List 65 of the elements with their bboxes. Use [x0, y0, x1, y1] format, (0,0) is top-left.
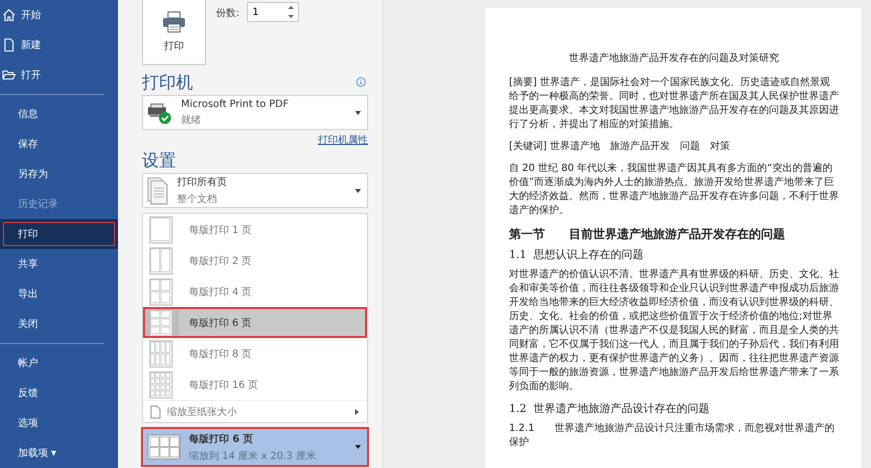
pages-icon — [147, 176, 169, 204]
printer-properties-link[interactable]: 打印机属性 — [318, 133, 368, 147]
sidebar-item[interactable]: 关闭 — [0, 309, 118, 339]
menu-item[interactable]: 每版打印 8 页 — [143, 338, 367, 369]
document-paragraph: [摘要] 世界遗产，是国际社会对一个国家民族文化、历史遗迹或自然景观给予的一种极高的荣誉。同时，也对世界遗产所在国及其人民保护世界遗产提出更高要求。本文对我国世界遗产地旅游产品开发存在的问题及其原因进行了分析，并提出了相应的对策措施。 — [509, 76, 839, 132]
page-grid-icon — [147, 434, 181, 460]
sidebar-item[interactable]: 导出 — [0, 279, 118, 309]
document-paragraph: [关键词] 世界遗产地 旅游产品开发 问题 对策 — [509, 140, 731, 154]
sidebar-item[interactable]: 打开 — [0, 60, 118, 90]
sidebar-item[interactable]: 开始 — [0, 0, 118, 30]
info-icon[interactable] — [356, 77, 366, 87]
sidebar-item[interactable]: 新建 — [0, 30, 118, 60]
document-paragraph: 自 20 世纪 80 年代以来，我国世界遗产因其具有多方面的“突出的普遍的价值”而逐渐成为海内外人士的旅游热点。旅游开发给世界遗产地带来了巨大的经济效益。然而，世界遗产地旅游产品开发存在许多问题，不利于世界遗产的保护。 — [509, 162, 839, 218]
sidebar-item[interactable]: 帐户 — [0, 348, 118, 378]
caret-icon — [355, 110, 361, 114]
folder-icon — [2, 68, 16, 82]
page-grid-icon — [147, 308, 175, 336]
subsection-heading: 1.1 思想认识上存在的问题 — [509, 248, 644, 262]
caret-icon — [355, 445, 361, 449]
sidebar-item[interactable]: 打印 — [0, 219, 118, 249]
printer-ready-icon — [147, 100, 173, 124]
sidebar-item[interactable]: 选项 — [0, 408, 118, 438]
settings-heading: 设置 — [142, 150, 177, 173]
scale-menu-item[interactable]: 缩放至纸张大小 — [143, 400, 367, 422]
menu-item[interactable]: 每版打印 1 页 — [143, 214, 367, 245]
printer-dropdown[interactable]: Microsoft Print to PDF 就绪 — [142, 95, 368, 130]
document-title: 世界遗产地旅游产品开发存在的问题及对策研究 — [568, 52, 780, 66]
menu-item[interactable]: 每版打印 2 页 — [143, 245, 367, 276]
document-paragraph: 对世界遗产的价值认识不清。世界遗产具有世界级的科研、历史、文化、社会和审美等价值，而往往各级领导和企业只认识到世界遗产申报成功后旅游开发给当地带来的巨大经济收益即经济价值，而没有认识到世界级的科研、历史、文化、社会的价值，或把这些价值置于次于经济价值的地位;对世界遗产的所属认识不清（世界遗产不仅是我国人民的财富，而且是全人类的共同财富，它不仅属于我们这一代人，而且属于我们的子孙后代，我们有利用世界遗产的权力，更有保护世界遗产的义务）。因而，往往把世界遗产资源等同于一般的旅游资源，世界遗产地旅游产品开发后给世界遗产带来了一系列负面的影响。 — [509, 268, 839, 394]
printer-status: 就绪 — [181, 114, 202, 126]
pages-per-sheet-subtitle: 缩放到 14 厘米 x 20.3 厘米 — [189, 450, 317, 462]
sidebar-item[interactable]: 加载项 ▾ — [0, 438, 118, 468]
spinner-arrows-icon — [288, 5, 294, 19]
print-range-dropdown[interactable]: 打印所有页 整个文档 — [142, 173, 368, 208]
pages-per-sheet-title: 每版打印 6 页 — [189, 432, 254, 446]
page-grid-icon — [147, 278, 175, 306]
document-icon — [2, 38, 16, 52]
printer-icon — [162, 11, 186, 33]
home-icon — [2, 8, 16, 22]
submenu-arrow-icon — [355, 408, 359, 414]
printer-heading: 打印机 — [142, 72, 193, 95]
print-button[interactable]: 打印 — [142, 0, 206, 65]
subsection-heading: 1.2 世界遗产地旅游产品设计存在的问题 — [509, 402, 710, 416]
sidebar-item[interactable]: 保存 — [0, 129, 118, 159]
sidebar-item[interactable]: 共享 — [0, 249, 118, 279]
printer-name: Microsoft Print to PDF — [181, 98, 290, 110]
sidebar-item[interactable]: 信息 — [0, 99, 118, 129]
sidebar-item[interactable]: 反馈 — [0, 378, 118, 408]
subsection-heading: 1.2.1 世界遗产地旅游产品设计只注重市场需求，而忽视对世界遗产的保护 — [509, 422, 836, 450]
page-grid-icon — [147, 246, 175, 274]
pages-per-sheet-dropdown[interactable]: 每版打印 6 页 缩放到 14 厘米 x 20.3 厘米 — [142, 428, 368, 466]
sidebar-item[interactable]: 另存为 — [0, 159, 118, 189]
menu-item[interactable]: 每版打印 4 页 — [143, 276, 367, 307]
copies-label: 份数: — [216, 7, 240, 20]
print-range-title: 打印所有页 — [177, 176, 228, 189]
print-range-subtitle: 整个文档 — [177, 192, 218, 206]
page-grid-icon — [147, 340, 175, 368]
section-heading: 第一节 目前世界遗产地旅游产品开发存在的问题 — [509, 226, 786, 242]
page-icon — [149, 404, 161, 418]
copies-field[interactable]: 1 — [247, 2, 300, 22]
caret-icon — [355, 188, 361, 192]
page-grid-icon — [147, 216, 175, 244]
page-grid-icon — [147, 370, 175, 398]
menu-item[interactable]: 每版打印 6 页 — [143, 307, 367, 338]
menu-item[interactable]: 每版打印 16 页 — [143, 369, 367, 400]
